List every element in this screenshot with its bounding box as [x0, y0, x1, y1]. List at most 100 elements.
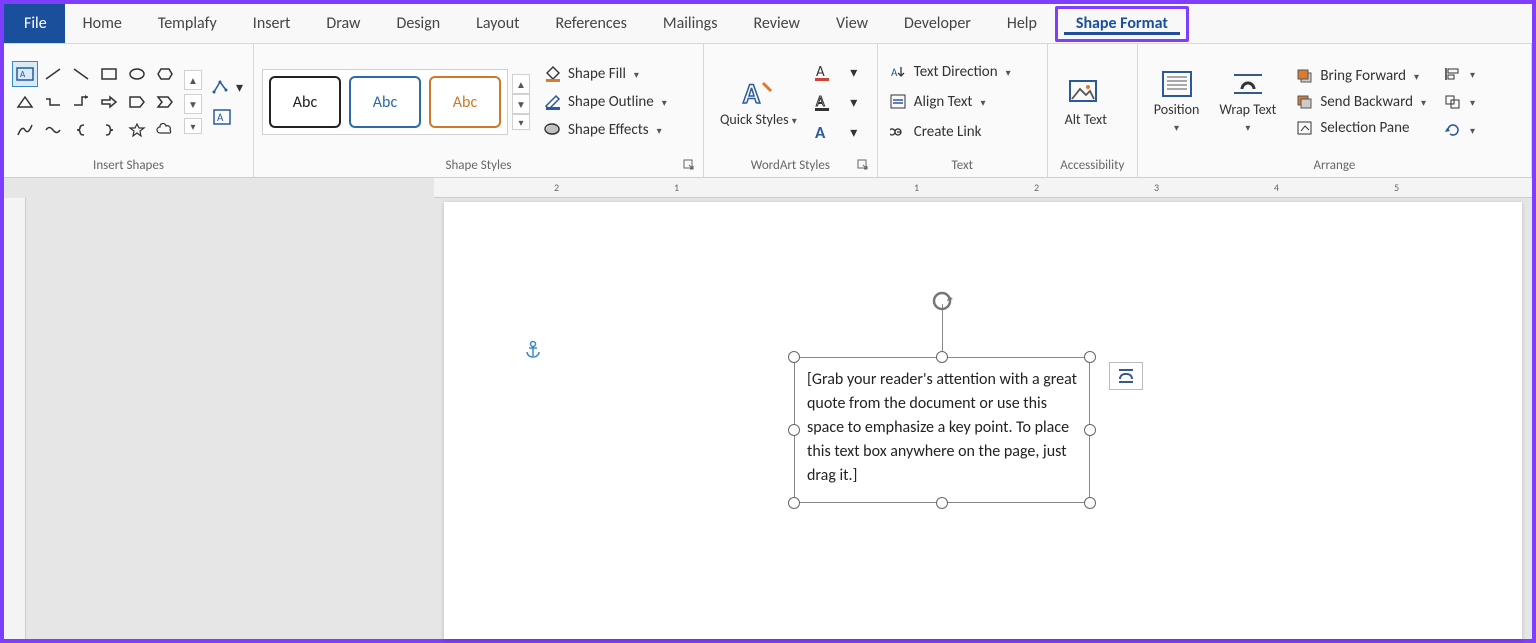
shape-star-icon[interactable]: [124, 117, 150, 143]
shape-pentagon-icon[interactable]: [124, 89, 150, 115]
text-effects-button[interactable]: A: [809, 117, 839, 147]
resize-handle-sw[interactable]: [788, 497, 800, 509]
tab-review[interactable]: Review: [735, 4, 818, 43]
scroll-down-button[interactable]: ▼: [184, 94, 202, 114]
pen-outline-icon: [544, 94, 562, 110]
resize-handle-nw[interactable]: [788, 351, 800, 363]
tab-shape-format[interactable]: Shape Format: [1055, 6, 1189, 42]
text-direction-button[interactable]: A Text Direction▾: [886, 61, 1015, 83]
tab-file[interactable]: File: [4, 4, 65, 43]
shape-rect-icon[interactable]: [96, 61, 122, 87]
shape-elbow-icon[interactable]: [68, 89, 94, 115]
ribbon: A ▲ ▼ ▾: [4, 44, 1532, 178]
selected-textbox[interactable]: [Grab your reader's attention with a gre…: [794, 357, 1090, 503]
text-outline-button[interactable]: A: [809, 87, 839, 117]
tab-references[interactable]: References: [538, 4, 645, 43]
shape-fill-button[interactable]: Shape Fill▾: [540, 63, 671, 85]
send-backward-button[interactable]: Send Backward▾: [1292, 91, 1430, 113]
tab-mailings[interactable]: Mailings: [645, 4, 736, 43]
layout-options-button[interactable]: [1109, 362, 1143, 390]
tab-templafy[interactable]: Templafy: [140, 4, 235, 43]
alt-text-button[interactable]: Alt Text: [1056, 73, 1116, 132]
align-text-button[interactable]: Align Text▾: [886, 91, 1015, 113]
bring-forward-icon: [1296, 68, 1314, 84]
shape-outline-button[interactable]: Shape Outline▾: [540, 91, 671, 113]
style-scroll-up[interactable]: ▲: [512, 74, 530, 94]
rotation-handle[interactable]: [931, 290, 953, 312]
text-fill-button[interactable]: A: [809, 57, 839, 87]
align-objects-button[interactable]: ▾: [1440, 64, 1479, 84]
resize-handle-s[interactable]: [936, 497, 948, 509]
resize-handle-w[interactable]: [788, 424, 800, 436]
style-swatch-orange[interactable]: Abc: [429, 76, 501, 128]
style-scroll-down[interactable]: ▼: [512, 94, 530, 114]
shape-textbox-icon[interactable]: A: [12, 61, 38, 87]
style-swatch-blue[interactable]: Abc: [349, 76, 421, 128]
group-text: A Text Direction▾ Align Text▾ Create Lin…: [878, 44, 1048, 177]
tab-help[interactable]: Help: [989, 4, 1055, 43]
shape-line-icon[interactable]: [40, 61, 66, 87]
shape-gallery[interactable]: A: [12, 61, 178, 143]
more-shapes-button[interactable]: ▾: [184, 118, 202, 134]
shape-effects-button[interactable]: Shape Effects▾: [540, 119, 671, 141]
shape-wave-icon[interactable]: [40, 117, 66, 143]
bring-forward-button[interactable]: Bring Forward▾: [1292, 65, 1430, 87]
resize-handle-se[interactable]: [1084, 497, 1096, 509]
document-page[interactable]: [Grab your reader's attention with a gre…: [444, 202, 1522, 639]
scroll-up-button[interactable]: ▲: [184, 70, 202, 90]
shape-zigzag-icon[interactable]: [40, 89, 66, 115]
quick-styles-button[interactable]: A Quick Styles ▾: [712, 73, 805, 132]
chevron-down-icon: ▾: [1006, 66, 1011, 79]
create-link-button[interactable]: Create Link: [886, 121, 1015, 143]
shape-chevron-icon[interactable]: [152, 89, 178, 115]
shape-oval-icon[interactable]: [124, 61, 150, 87]
group-label: Text: [886, 154, 1039, 175]
group-objects-button[interactable]: ▾: [1440, 92, 1479, 112]
chevron-down-icon: ▾: [236, 79, 243, 96]
shape-gallery-scroll: ▲ ▼ ▾: [184, 70, 202, 134]
resize-handle-n[interactable]: [936, 351, 948, 363]
resize-handle-ne[interactable]: [1084, 351, 1096, 363]
alt-text-icon: [1066, 77, 1106, 109]
shape-bracket-l-icon[interactable]: [68, 117, 94, 143]
shape-style-gallery[interactable]: Abc Abc Abc: [262, 69, 508, 135]
tab-view[interactable]: View: [818, 4, 886, 43]
svg-text:A: A: [891, 66, 898, 79]
tab-layout[interactable]: Layout: [458, 4, 537, 43]
chevron-down-icon: ▾: [662, 96, 667, 109]
wordart-a-icon: A: [741, 77, 775, 109]
wrap-text-button[interactable]: Wrap Text▾: [1211, 65, 1284, 139]
textbox-content[interactable]: [Grab your reader's attention with a gre…: [795, 358, 1089, 498]
tab-draw[interactable]: Draw: [308, 4, 378, 43]
align-text-icon: [890, 94, 908, 110]
shape-arrow-icon[interactable]: [96, 89, 122, 115]
chevron-down-icon[interactable]: ▾: [839, 117, 869, 147]
style-swatch-black[interactable]: Abc: [269, 76, 341, 128]
dialog-launcher-icon[interactable]: [683, 159, 695, 171]
style-more-button[interactable]: ▾: [512, 114, 530, 130]
group-label: Insert Shapes: [12, 154, 245, 175]
tab-developer[interactable]: Developer: [886, 4, 989, 43]
chevron-down-icon[interactable]: ▾: [839, 57, 869, 87]
shape-cloud-icon[interactable]: [152, 117, 178, 143]
shape-triangle-icon[interactable]: [12, 89, 38, 115]
dialog-launcher-icon[interactable]: [857, 159, 869, 171]
vertical-ruler[interactable]: [4, 198, 26, 639]
horizontal-ruler[interactable]: 2 1 1 2 3 4 5: [434, 178, 1532, 198]
position-button[interactable]: Position▾: [1146, 65, 1208, 139]
selection-pane-button[interactable]: Selection Pane: [1292, 117, 1430, 139]
tab-design[interactable]: Design: [378, 4, 458, 43]
text-direction-icon: A: [890, 64, 908, 80]
rotate-objects-button[interactable]: ▾: [1440, 120, 1479, 140]
shape-hexagon-icon[interactable]: [152, 61, 178, 87]
resize-handle-e[interactable]: [1084, 424, 1096, 436]
shape-bracket-r-icon[interactable]: [96, 117, 122, 143]
tab-home[interactable]: Home: [65, 4, 140, 43]
draw-textbox-button[interactable]: A: [212, 108, 232, 126]
chevron-down-icon[interactable]: ▾: [839, 87, 869, 117]
tab-insert[interactable]: Insert: [235, 4, 309, 43]
shape-line2-icon[interactable]: [68, 61, 94, 87]
group-arrange: Position▾ Wrap Text▾ Bring Forward▾ Send…: [1138, 44, 1532, 177]
edit-shape-button[interactable]: ▾: [212, 78, 243, 96]
shape-curve-icon[interactable]: [12, 117, 38, 143]
